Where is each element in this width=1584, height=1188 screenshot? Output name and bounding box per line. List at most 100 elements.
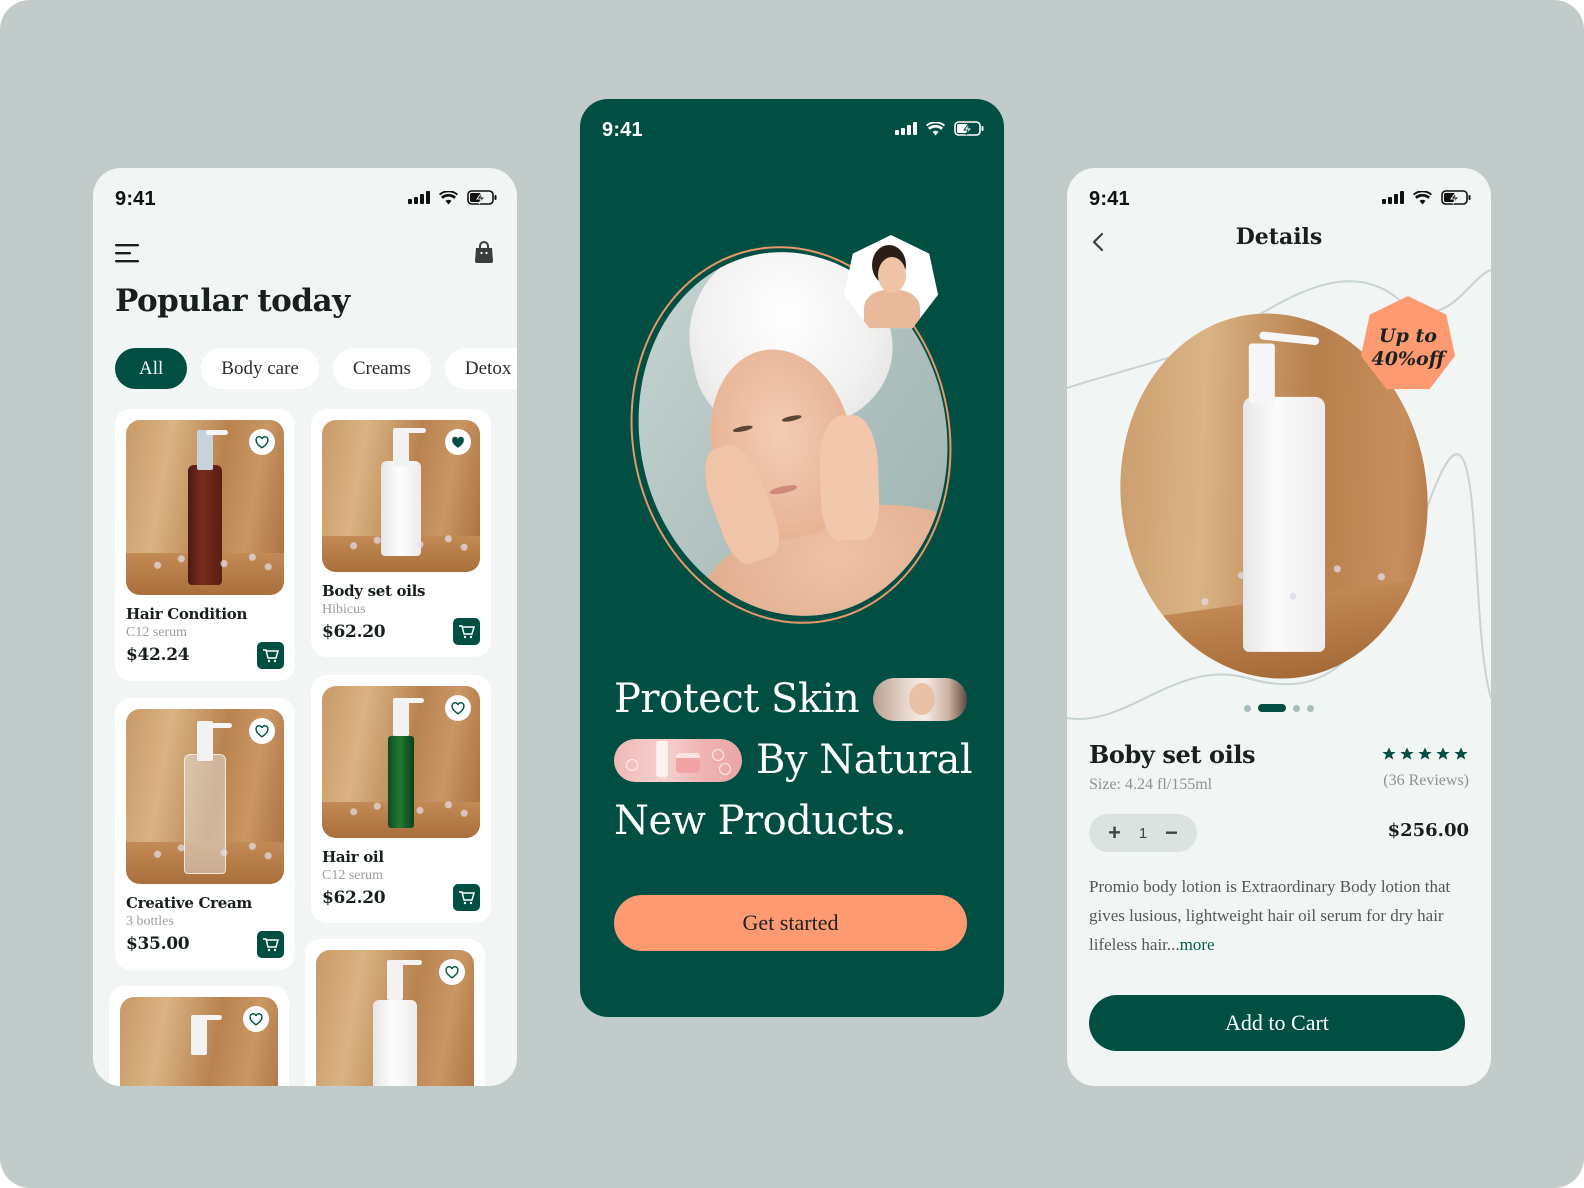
heart-outline-icon [255,435,269,449]
product-name: Hair oil [322,848,384,866]
quantity-value: 1 [1138,824,1148,842]
product-card[interactable]: Creative Cream 3 bottles $35.00 [115,698,295,970]
carousel-dot-active[interactable] [1258,704,1286,712]
wifi-icon [439,190,458,204]
product-card[interactable]: Hair Condition C12 serum $42.24 [115,409,295,681]
carousel-dot[interactable] [1244,704,1251,712]
favorite-button[interactable] [439,959,465,985]
product-description: Promio body lotion is Extraordinary Body… [1089,872,1469,959]
product-card[interactable]: Hair oil C12 serum $62.20 [311,675,491,923]
product-subtitle: Hibicus [322,602,366,617]
product-subtitle: 3 bottles [126,914,174,929]
headline-line-1: Protect Skin [614,676,860,722]
details-screen: 9:41 Details Up to 40%off Boby set oils … [1067,168,1491,1086]
review-count: (36 Reviews) [1383,772,1469,789]
star-icon [1454,747,1468,760]
cart-icon [263,649,279,663]
product-name: Creative Cream [126,894,252,912]
product-image [126,420,284,595]
quantity-stepper: + 1 − [1089,814,1197,852]
onboarding-headline: Protect Skin By Natural New Products. [614,669,974,852]
quantity-decrement-button[interactable]: − [1160,820,1182,846]
listing-screen: 9:41 Popular today All Body care Creams … [93,168,517,1086]
category-chip-creams[interactable]: Creams [332,348,431,389]
product-card[interactable] [109,986,289,1086]
product-name: Body set oils [322,582,426,600]
add-to-cart-button[interactable] [453,884,480,911]
category-chip-body-care[interactable]: Body care [201,348,319,389]
status-bar: 9:41 [1067,168,1491,228]
cart-icon [459,891,475,905]
star-icon [1436,747,1450,760]
woman-pill-image [873,678,968,721]
product-image [316,950,474,1086]
heart-outline-icon [255,724,269,738]
signal-icon [1382,191,1404,204]
quantity-increment-button[interactable]: + [1104,820,1126,846]
favorite-button[interactable] [249,718,275,744]
headline-line-2: By Natural [756,737,973,783]
cart-icon [263,938,279,952]
add-to-cart-button[interactable] [453,618,480,645]
product-image [322,686,480,838]
heart-outline-icon [249,1012,263,1026]
favorite-button[interactable] [249,429,275,455]
product-card[interactable]: Body set oils Hibicus $62.20 [311,409,491,657]
read-more-link[interactable]: more [1180,935,1215,954]
canvas-background: 9:41 Popular today All Body care Creams … [0,0,1584,1188]
battery-charging-icon [954,121,984,136]
page-title: Popular today [115,283,350,319]
cart-icon [459,625,475,639]
product-image [322,420,480,572]
product-image [120,997,278,1086]
category-chips: All Body care Creams Detox fa [115,348,517,389]
category-chip-all[interactable]: All [115,348,188,389]
status-bar: 9:41 [580,99,1004,159]
add-to-cart-button[interactable] [257,931,284,958]
page-title: Details [1235,224,1323,250]
status-time: 9:41 [1089,188,1130,210]
status-time: 9:41 [602,119,643,141]
battery-charging-icon [467,190,497,205]
favorite-button[interactable] [445,429,471,455]
discount-line-1: Up to [1379,325,1437,347]
cream-pill-image [614,739,742,782]
product-name: Hair Condition [126,605,248,623]
star-icon [1382,747,1396,760]
favorite-button[interactable] [445,695,471,721]
discount-line-2: 40%off [1371,348,1445,370]
product-card[interactable] [305,939,485,1086]
rating-stars [1381,746,1469,762]
heart-outline-icon [445,965,459,979]
onboarding-screen: 9:41 Protect Skin By Natural New Product… [580,99,1004,1017]
add-to-cart-button[interactable] [257,642,284,669]
product-name: Boby set oils [1089,740,1256,769]
star-icon [1418,747,1432,760]
headline-line-3: New Products. [614,798,907,844]
shopping-bag-icon[interactable] [473,240,495,264]
get-started-button[interactable]: Get started [614,895,967,951]
wifi-icon [1413,190,1432,204]
heart-outline-icon [451,701,465,715]
signal-icon [408,191,430,204]
add-to-cart-button[interactable]: Add to Cart [1089,995,1465,1051]
carousel-dot[interactable] [1293,704,1300,712]
carousel-indicator [1067,704,1491,712]
wifi-icon [926,121,945,135]
status-time: 9:41 [115,188,156,210]
star-icon [1400,747,1414,760]
heart-filled-icon [452,436,464,448]
product-image [126,709,284,884]
product-subtitle: C12 serum [322,868,384,883]
battery-charging-icon [1441,190,1471,205]
description-text: Promio body lotion is Extraordinary Body… [1089,877,1451,954]
product-size: Size: 4.24 fl/155ml [1089,776,1213,793]
category-chip-detox[interactable]: Detox fa [444,348,517,389]
carousel-dot[interactable] [1307,704,1314,712]
product-subtitle: C12 serum [126,625,188,640]
status-bar: 9:41 [93,168,517,228]
favorite-button[interactable] [243,1006,269,1032]
menu-icon[interactable] [115,243,141,263]
signal-icon [895,122,917,135]
product-price: $256.00 [1387,820,1469,841]
